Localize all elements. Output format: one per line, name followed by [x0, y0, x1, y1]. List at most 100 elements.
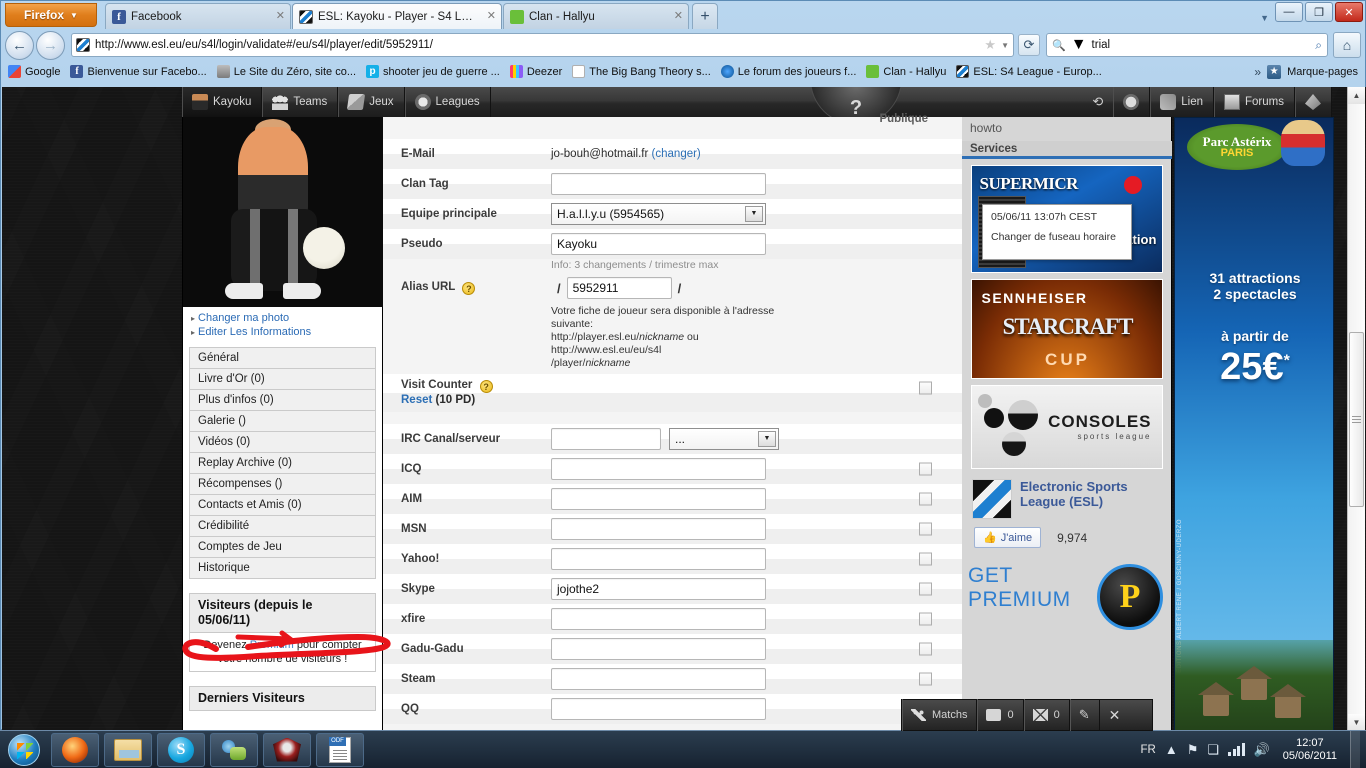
new-tab-button[interactable]: + [692, 3, 718, 29]
ad-consoles-sports-league[interactable]: CONSOLES sports league [970, 385, 1163, 469]
checkbox-visit-counter[interactable] [919, 381, 932, 395]
toolbar-matchs[interactable]: Matchs [902, 699, 978, 731]
input-qq[interactable] [551, 698, 766, 720]
premium-link[interactable]: Premium [250, 639, 294, 651]
checkbox-skype[interactable] [919, 582, 932, 596]
input-clan-tag[interactable] [551, 173, 766, 195]
help-smiley-icon[interactable]: ? [462, 282, 476, 295]
input-aim[interactable] [551, 488, 766, 510]
search-input[interactable]: trial [1092, 39, 1311, 51]
sidebar-item-general[interactable]: Général [190, 348, 375, 369]
tab-clan-hallyu[interactable]: Clan - Hallyu ✕ [503, 3, 689, 29]
chevron-down-icon[interactable]: ▼ [1071, 36, 1087, 54]
scroll-up-icon[interactable]: ▲ [1348, 87, 1365, 104]
reload-button[interactable]: ⟳ [1018, 34, 1040, 56]
url-bar[interactable]: http://www.esl.eu/eu/s4l/login/validate#… [71, 33, 1014, 57]
tab-list-chevron-icon[interactable]: ▼ [1260, 13, 1269, 23]
bookmark-site-du-zero[interactable]: Le Site du Zéro, site co... [213, 64, 360, 79]
input-msn[interactable] [551, 518, 766, 540]
facebook-like-button[interactable]: 👍 J'aime [974, 527, 1042, 548]
checkbox-gadu-gadu[interactable] [919, 642, 932, 656]
nav-item-jeux[interactable]: Jeux [338, 87, 405, 117]
sidebar-item-videos[interactable]: Vidéos (0) [190, 432, 375, 453]
toolbar-mail[interactable]: 0 [1024, 699, 1070, 731]
back-button[interactable]: ← [5, 30, 34, 60]
search-go-icon[interactable]: ⌕ [1315, 38, 1322, 53]
bookmark-esl-s4league[interactable]: ESL: S4 League - Europ... [952, 64, 1105, 79]
close-icon[interactable]: ✕ [674, 9, 683, 22]
language-indicator[interactable]: FR [1141, 744, 1156, 756]
get-premium-banner[interactable]: GET PREMIUM P [968, 564, 1171, 634]
network-flag-icon[interactable]: ⚑ [1187, 742, 1199, 758]
nav-item-forums[interactable]: Forums [1214, 87, 1295, 117]
clock[interactable]: 12:07 05/06/2011 [1279, 737, 1337, 763]
ad-parc-asterix[interactable]: Parc Astérix PARIS 31 attractions 2 spec… [1174, 117, 1334, 731]
link-editer-informations[interactable]: ▸ Editer Les Informations [191, 325, 374, 339]
chevron-down-icon[interactable]: ▼ [1001, 41, 1009, 50]
sidebar-item-plus-dinfos[interactable]: Plus d'infos (0) [190, 390, 375, 411]
volume-icon[interactable]: 🔊 [1254, 742, 1270, 758]
toolbar-chat[interactable]: 0 [977, 699, 1024, 731]
maximize-button[interactable]: ❐ [1305, 2, 1333, 22]
sidebar-item-comptes-de-jeu[interactable]: Comptes de Jeu [190, 537, 375, 558]
input-skype[interactable]: jojothe2 [551, 578, 766, 600]
signal-icon[interactable] [1228, 743, 1245, 756]
link-reset[interactable]: Reset [401, 394, 432, 406]
tab-esl-player[interactable]: ESL: Kayoku - Player - S4 League - Eur..… [292, 3, 502, 29]
close-icon[interactable]: ✕ [487, 9, 496, 22]
checkbox-icq[interactable] [919, 462, 932, 476]
scroll-down-icon[interactable]: ▼ [1348, 714, 1365, 731]
nav-item-teams[interactable]: Teams [262, 87, 339, 117]
toolbar-close[interactable]: ✕ [1100, 699, 1130, 731]
howto-text[interactable]: howto [970, 121, 1002, 135]
checkbox-yahoo[interactable] [919, 552, 932, 566]
bookmark-shooter[interactable]: p shooter jeu de guerre ... [362, 64, 504, 79]
taskbar-game[interactable] [263, 732, 311, 767]
input-yahoo[interactable] [551, 548, 766, 570]
bookmark-deezer[interactable]: Deezer [506, 64, 566, 79]
nav-item-leagues[interactable]: Leagues [405, 87, 491, 117]
taskbar-firefox[interactable] [51, 732, 99, 767]
sidebar-item-livre-dor[interactable]: Livre d'Or (0) [190, 369, 375, 390]
input-irc-channel[interactable] [551, 428, 661, 450]
firefox-menu-button[interactable]: Firefox ▼ [5, 3, 97, 27]
bookmarks-menu-label[interactable]: Marque-pages [1287, 66, 1358, 78]
link-changer-photo[interactable]: ▸ Changer ma photo [191, 311, 374, 325]
toolbar-feather[interactable]: ✎ [1070, 699, 1100, 731]
start-button[interactable] [2, 732, 46, 768]
taskbar-explorer[interactable] [104, 732, 152, 767]
input-icq[interactable] [551, 458, 766, 480]
bookmark-facebook[interactable]: f Bienvenue sur Facebo... [66, 64, 210, 79]
input-xfire[interactable] [551, 608, 766, 630]
bookmark-clan-hallyu[interactable]: Clan - Hallyu [862, 64, 950, 79]
action-center-icon[interactable]: ❏ [1207, 742, 1219, 758]
sidebar-item-galerie[interactable]: Galerie () [190, 411, 375, 432]
facebook-page-name[interactable]: Electronic Sports League (ESL) [1020, 479, 1171, 509]
close-icon[interactable]: ✕ [276, 9, 285, 22]
search-bar[interactable]: 🔍 ▼ trial ⌕ [1046, 33, 1328, 57]
sidebar-item-credibilite[interactable]: Crédibilité [190, 516, 375, 537]
input-pseudo[interactable]: Kayoku [551, 233, 766, 255]
scrollbar-thumb[interactable] [1349, 332, 1364, 507]
tray-expand-icon[interactable]: ▲ [1165, 742, 1178, 757]
sidebar-item-historique[interactable]: Historique [190, 558, 375, 579]
bookmark-forum-joueurs[interactable]: Le forum des joueurs f... [717, 64, 861, 79]
timezone-change-link[interactable]: Changer de fuseau horaire [991, 231, 1123, 243]
sidebar-item-contacts-amis[interactable]: Contacts et Amis (0) [190, 495, 375, 516]
checkbox-msn[interactable] [919, 522, 932, 536]
show-desktop-button[interactable] [1350, 730, 1360, 768]
checkbox-xfire[interactable] [919, 612, 932, 626]
close-button[interactable]: ✕ [1335, 2, 1363, 22]
ad-sennheiser-starcraft[interactable]: SENNHEISER STARCRAFT CUP [970, 279, 1163, 379]
refresh-icon[interactable]: ⟲ [1082, 94, 1113, 110]
bookmark-star-icon[interactable]: ★ [984, 37, 996, 53]
page-scrollbar-vertical[interactable]: ▲ ▼ [1347, 87, 1365, 731]
nav-item-kayoku[interactable]: Kayoku [182, 87, 263, 117]
overflow-chevron-icon[interactable]: » [1254, 65, 1261, 79]
bookmark-google[interactable]: Google [4, 64, 64, 79]
input-gadu-gadu[interactable] [551, 638, 766, 660]
nav-item-lien[interactable]: Lien [1150, 87, 1215, 117]
sidebar-item-recompenses[interactable]: Récompenses () [190, 474, 375, 495]
nav-item-pin[interactable] [1295, 87, 1332, 117]
help-smiley-icon[interactable]: ? [479, 380, 493, 393]
